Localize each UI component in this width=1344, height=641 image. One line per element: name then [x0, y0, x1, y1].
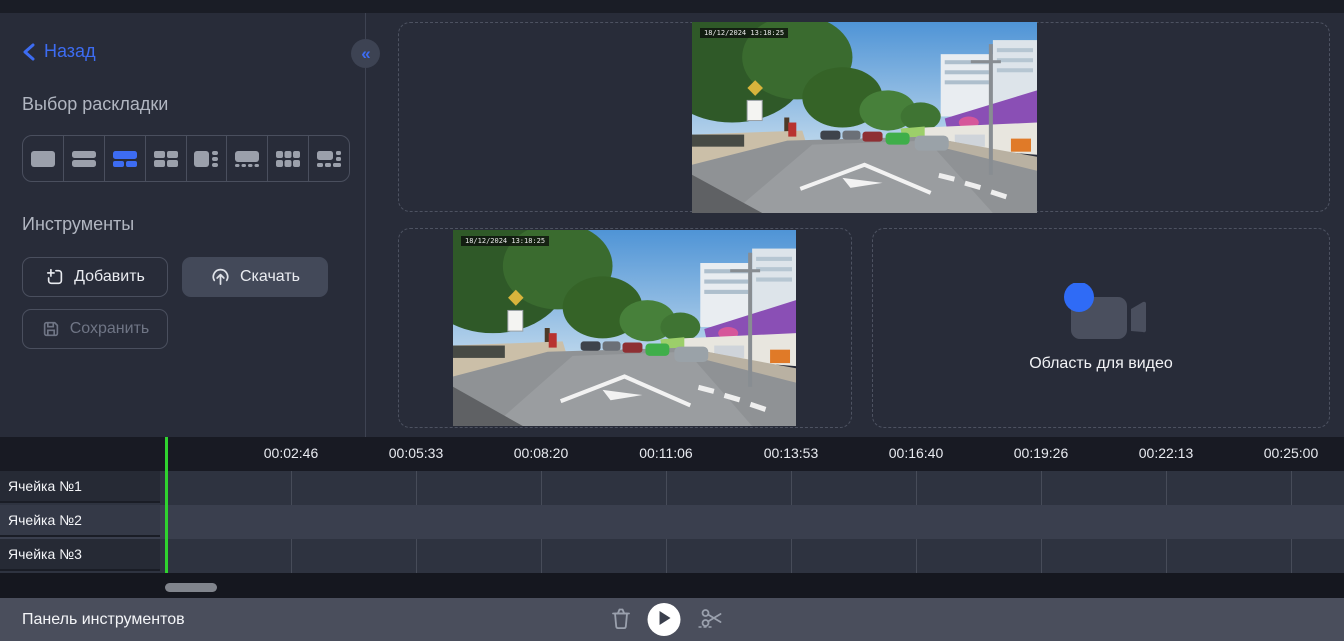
play-button[interactable]: [648, 603, 681, 636]
add-button[interactable]: Добавить: [22, 257, 168, 297]
track-label-3[interactable]: Ячейка №3: [0, 539, 160, 571]
video-player-1[interactable]: 18/12/2024 13:18:25: [692, 22, 1037, 213]
ruler-tick: 00:05:33: [389, 445, 444, 461]
save-button-label: Сохранить: [70, 320, 150, 338]
video-2-timestamp-overlay: 18/12/2024 13:18:25: [461, 236, 549, 246]
double-chevron-left-icon: «: [361, 44, 369, 64]
delete-button[interactable]: [611, 607, 632, 633]
tools-section-title: Инструменты: [22, 214, 343, 235]
ruler-tick: 00:11:06: [639, 445, 692, 461]
timeline-horizontal-scrollbar[interactable]: [165, 583, 217, 592]
save-button[interactable]: Сохранить: [22, 309, 168, 349]
track-label-1[interactable]: Ячейка №1: [0, 471, 160, 503]
preview-area: 18/12/2024 13:18:25 18/12/2024 13:18:25: [366, 13, 1344, 437]
ruler-tick: 00:25:00: [1264, 445, 1319, 461]
save-floppy-icon: [41, 319, 61, 339]
download-icon: [210, 267, 231, 288]
layout-option-main-with-small-icon[interactable]: [309, 136, 349, 181]
top-strip: [0, 0, 1344, 13]
ruler-tick: 00:08:20: [514, 445, 569, 461]
play-icon: [657, 610, 671, 629]
back-chevron-icon: [22, 43, 36, 61]
layout-option-two-rows-icon[interactable]: [64, 136, 105, 181]
layout-section-title: Выбор раскладки: [22, 94, 343, 115]
layout-picker: [22, 135, 350, 182]
download-button[interactable]: Скачать: [182, 257, 328, 297]
empty-cell-label: Область для видео: [1029, 355, 1173, 373]
tools-group: Добавить Скачать Сохранить: [22, 257, 342, 349]
layout-option-one-top-two-bottom-icon[interactable]: [105, 136, 146, 181]
empty-video-cell[interactable]: Область для видео: [872, 228, 1330, 428]
cut-button[interactable]: [697, 606, 727, 633]
track-area: Ячейка №1 Ячейка №2 Ячейка №3: [0, 471, 1344, 573]
track-lane-2[interactable]: [0, 505, 1344, 539]
timeline-scroll-strip: [0, 573, 1344, 598]
video-cell-1[interactable]: 18/12/2024 13:18:25: [398, 22, 1330, 212]
video-cell-2[interactable]: 18/12/2024 13:18:25: [398, 228, 852, 428]
ruler-tick: 00:13:53: [764, 445, 819, 461]
video-1-timestamp-overlay: 18/12/2024 13:18:25: [700, 28, 788, 38]
download-button-label: Скачать: [240, 268, 300, 286]
layout-option-main-left-icon[interactable]: [187, 136, 228, 181]
workspace: Назад Выбор раскладки: [0, 13, 1344, 437]
timeline: 00:02:46 00:05:33 00:08:20 00:11:06 00:1…: [0, 437, 1344, 598]
layout-option-single-icon[interactable]: [23, 136, 64, 181]
bottom-toolbar: Панель инструментов: [0, 598, 1344, 641]
sidebar: Назад Выбор раскладки: [0, 13, 366, 437]
sidebar-collapse-button[interactable]: «: [351, 39, 380, 68]
video-editor-app: Назад Выбор раскладки: [0, 0, 1344, 641]
ruler-tick: 00:02:46: [264, 445, 319, 461]
layout-option-main-top-icon[interactable]: [227, 136, 268, 181]
back-button[interactable]: Назад: [22, 41, 343, 62]
scissors-icon: [697, 606, 727, 633]
layout-option-grid-2x2-icon[interactable]: [146, 136, 187, 181]
trash-icon: [611, 607, 632, 633]
track-labels-column: Ячейка №1 Ячейка №2 Ячейка №3: [0, 471, 160, 573]
ruler-tick: 00:16:40: [889, 445, 944, 461]
track-lane-1[interactable]: [0, 471, 1344, 505]
timeline-ruler[interactable]: 00:02:46 00:05:33 00:08:20 00:11:06 00:1…: [0, 437, 1344, 471]
playhead[interactable]: [165, 437, 168, 573]
add-button-label: Добавить: [74, 268, 145, 286]
track-label-2[interactable]: Ячейка №2: [0, 505, 160, 537]
video-player-2[interactable]: 18/12/2024 13:18:25: [453, 230, 796, 426]
back-label: Назад: [44, 41, 96, 62]
add-media-icon: [45, 267, 65, 287]
layout-option-grid-3x2-icon[interactable]: [268, 136, 309, 181]
toolbar-title: Панель инструментов: [22, 611, 185, 629]
ruler-tick: 00:22:13: [1139, 445, 1194, 461]
track-lane-3[interactable]: [0, 539, 1344, 573]
video-camera-icon: [1053, 283, 1149, 345]
transport-controls: [611, 598, 727, 641]
ruler-tick: 00:19:26: [1014, 445, 1069, 461]
